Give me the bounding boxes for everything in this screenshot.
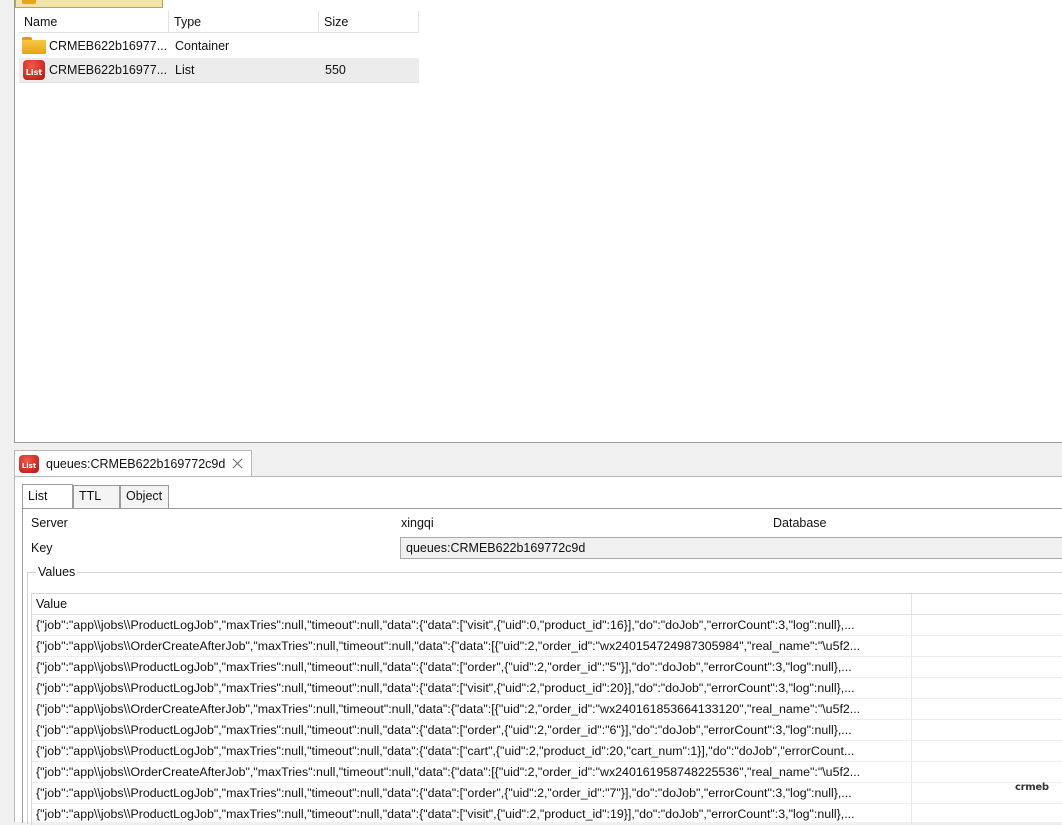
values-label: Values [36, 565, 78, 579]
value-cell: {"job":"app\\jobs\\ProductLogJob","maxTr… [32, 741, 912, 761]
top-tab[interactable] [15, 0, 163, 8]
list-icon: List [18, 454, 40, 474]
list-icon: List [22, 59, 46, 81]
table-row[interactable]: {"job":"app\\jobs\\ProductLogJob","maxTr… [32, 657, 1062, 678]
table-row[interactable]: {"job":"app\\jobs\\ProductLogJob","maxTr… [32, 741, 1062, 762]
editor-tab-title: queues:CRMEB622b169772c9d [46, 456, 226, 471]
key-label: Key [31, 541, 53, 555]
tab-ttl[interactable]: TTL [73, 485, 120, 508]
column-header-value[interactable]: Value [32, 594, 912, 614]
key-type: Container [175, 38, 230, 53]
table-row[interactable]: {"job":"app\\jobs\\ProductLogJob","maxTr… [32, 720, 1062, 741]
value-cell: {"job":"app\\jobs\\ProductLogJob","maxTr… [32, 783, 912, 803]
key-row-container[interactable]: CRMEB622b16977... Container [19, 33, 419, 58]
tab-list[interactable]: List [22, 484, 73, 508]
database-label: Database [773, 516, 827, 530]
column-header-size[interactable]: Size [319, 11, 419, 32]
list-icon-label: List [25, 68, 43, 77]
key-name: CRMEB622b16977... [49, 38, 168, 53]
table-row[interactable]: {"job":"app\\jobs\\OrderCreateAfterJob",… [32, 636, 1062, 657]
value-cell: {"job":"app\\jobs\\ProductLogJob","maxTr… [32, 678, 912, 698]
table-row[interactable]: {"job":"app\\jobs\\OrderCreateAfterJob",… [32, 762, 1062, 783]
column-header-type[interactable]: Type [169, 11, 319, 32]
value-cell: {"job":"app\\jobs\\ProductLogJob","maxTr… [32, 804, 912, 824]
folder-icon [22, 37, 46, 54]
keys-table-header: Name Type Size [19, 11, 419, 33]
table-row[interactable]: {"job":"app\\jobs\\ProductLogJob","maxTr… [32, 783, 1062, 804]
value-cell: {"job":"app\\jobs\\ProductLogJob","maxTr… [32, 720, 912, 740]
watermark-logo: crmeb [1015, 782, 1049, 793]
server-value: xingqi [401, 516, 434, 530]
values-group: Values Value {"job":"app\\jobs\\ProductL… [27, 565, 1062, 825]
key-size: 550 [325, 63, 346, 77]
server-label: Server [31, 516, 68, 530]
value-cell: {"job":"app\\jobs\\ProductLogJob","maxTr… [32, 657, 912, 677]
list-icon-label: List [21, 461, 37, 470]
value-cell: {"job":"app\\jobs\\ProductLogJob","maxTr… [32, 615, 912, 635]
key-row-list[interactable]: List CRMEB622b16977... List 550 [19, 58, 419, 83]
values-table: Value {"job":"app\\jobs\\ProductLogJob",… [31, 593, 1062, 825]
keys-pane: Name Type Size CRMEB622b16977... Contain… [14, 0, 1062, 443]
editor-tab[interactable]: List queues:CRMEB622b169772c9d [14, 450, 252, 476]
table-row[interactable]: {"job":"app\\jobs\\OrderCreateAfterJob",… [32, 699, 1062, 720]
column-header-name[interactable]: Name [19, 11, 169, 32]
keys-table: Name Type Size CRMEB622b16977... Contain… [19, 11, 419, 83]
close-icon[interactable] [232, 458, 243, 469]
key-type: List [175, 63, 195, 77]
table-row[interactable]: {"job":"app\\jobs\\ProductLogJob","maxTr… [32, 678, 1062, 699]
table-row[interactable]: {"job":"app\\jobs\\ProductLogJob","maxTr… [32, 615, 1062, 636]
key-field[interactable]: queues:CRMEB622b169772c9d [400, 537, 1062, 559]
editor-subtabs: List TTL Object [22, 484, 169, 508]
value-cell: {"job":"app\\jobs\\OrderCreateAfterJob",… [32, 699, 912, 719]
value-cell: {"job":"app\\jobs\\OrderCreateAfterJob",… [32, 762, 912, 782]
editor-area: List TTL Object Server xingqi Database K… [14, 476, 1062, 825]
values-table-header: Value [32, 594, 1062, 615]
list-panel: Server xingqi Database Key queues:CRMEB6… [22, 508, 1062, 825]
key-name: CRMEB622b16977... [49, 63, 168, 77]
value-cell: {"job":"app\\jobs\\OrderCreateAfterJob",… [32, 636, 912, 656]
tab-object[interactable]: Object [120, 485, 169, 508]
